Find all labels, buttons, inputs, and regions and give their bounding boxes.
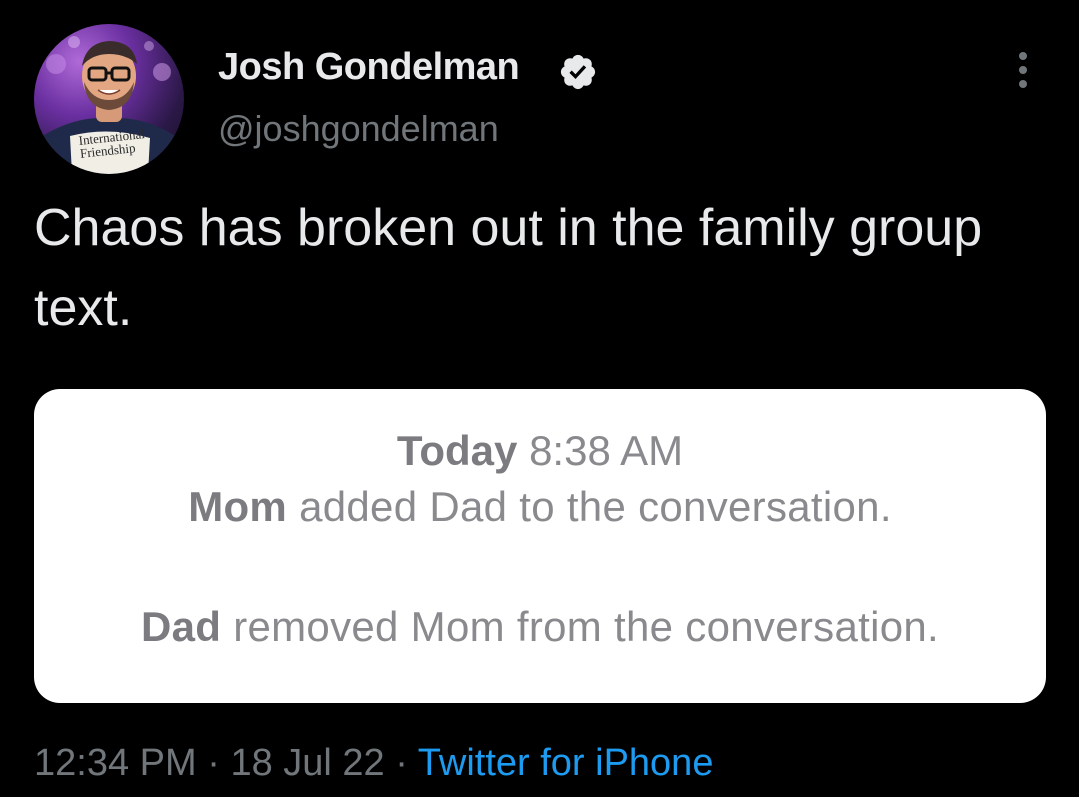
author-handle[interactable]: @joshgondelman <box>218 108 499 150</box>
system-message-removed: Dad removed Mom from the conversation. <box>34 603 1046 651</box>
system-message-actor: Mom <box>188 483 288 530</box>
system-message-added: Mom added Dad to the conversation. <box>34 483 1046 531</box>
metadata-separator: · <box>395 742 408 784</box>
message-timestamp-day: Today <box>396 427 518 474</box>
system-message-text: removed Mom from the conversation. <box>233 603 940 650</box>
system-message-actor: Dad <box>140 603 222 650</box>
tweet-date[interactable]: 18 Jul 22 <box>230 742 384 784</box>
author-avatar[interactable]: International Friendship <box>34 24 184 174</box>
system-message-text: added Dad to the conversation. <box>299 483 892 530</box>
tweet-text: Chaos has broken out in the family group… <box>34 199 983 337</box>
message-timestamp-time: 8:38 AM <box>529 427 684 474</box>
verified-badge-icon <box>560 54 596 90</box>
message-timestamp: Today 8:38 AM <box>34 427 1046 475</box>
tweet-time[interactable]: 12:34 PM <box>34 742 197 784</box>
tweet: International Friendship Josh Gondelman … <box>0 0 1079 797</box>
author-display-name[interactable]: Josh Gondelman <box>218 46 520 89</box>
tweet-metadata: 12:34 PM · 18 Jul 22 · Twitter for iPhon… <box>34 742 713 785</box>
metadata-separator: · <box>207 742 220 784</box>
tweet-source-link[interactable]: Twitter for iPhone <box>418 742 714 784</box>
tweet-media-image[interactable]: Today 8:38 AM Mom added Dad to the conve… <box>34 389 1046 703</box>
more-options-icon[interactable] <box>1008 48 1038 92</box>
